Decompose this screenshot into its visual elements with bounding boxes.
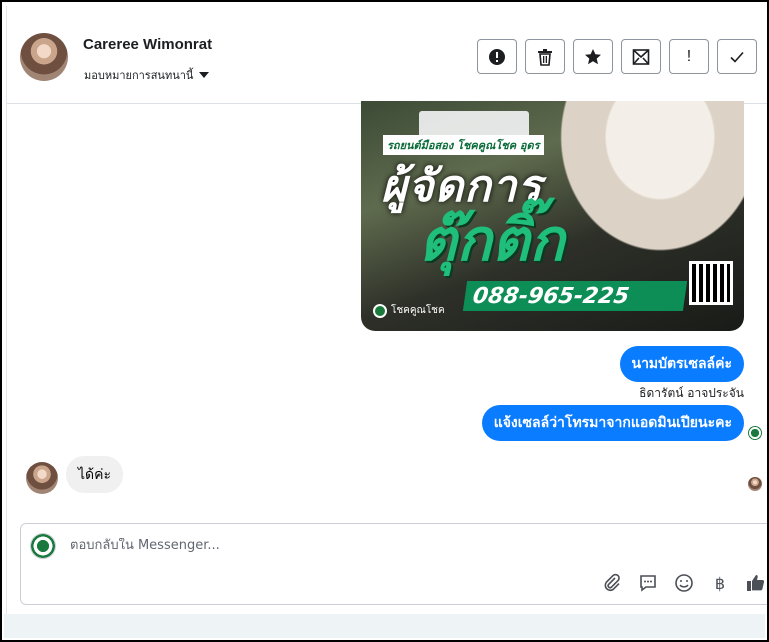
seen-by-page-icon (748, 426, 762, 440)
message-composer: ฿ (20, 523, 767, 605)
qr-code-icon (689, 261, 733, 305)
message-list[interactable]: รถยนต์มือสอง โชคคูณโชค อุดร ผู้จัดการ ตุ… (7, 101, 767, 505)
messenger-window: Careree Wimonrat มอบหมายการสนทนานี้ ! รถ… (0, 0, 769, 642)
contact-message-avatar (26, 462, 58, 494)
thumbs-up-icon (747, 575, 765, 591)
message-bubble-out[interactable]: นามบัตรเซลล์ค่ะ (619, 346, 744, 382)
image-person-graphic (534, 101, 744, 281)
assign-conversation-label: มอบหมายการสนทนานี้ (84, 69, 194, 82)
conversation-header: Careree Wimonrat มอบหมายการสนทนานี้ ! (7, 6, 767, 104)
contact-name[interactable]: Careree Wimonrat (83, 36, 212, 53)
image-logo: โชคคูณโชค (367, 301, 451, 320)
image-logo-text: โชคคูณโชค (391, 305, 445, 316)
page-avatar-icon (30, 533, 56, 559)
brand-logo-icon (373, 303, 387, 318)
window-bottom-strip (4, 614, 765, 638)
checkmark-icon (730, 51, 744, 63)
reply-input[interactable] (70, 538, 670, 553)
image-headline-2: ตุ๊กติ๊ก (419, 206, 565, 274)
seen-by-contact-avatar (748, 477, 762, 491)
delete-button[interactable] (525, 39, 565, 74)
mark-important-button[interactable]: ! (669, 39, 709, 74)
composer-tools: ฿ (601, 572, 767, 594)
mark-spam-button[interactable] (477, 39, 517, 74)
attach-file-button[interactable] (601, 572, 623, 594)
caret-down-icon (199, 72, 210, 78)
sender-label: ธิดารัตน์ อาจประจัน (639, 386, 744, 400)
payment-button[interactable]: ฿ (709, 572, 731, 594)
image-phone-number: 088-965-225 (462, 281, 688, 311)
business-card-image[interactable]: รถยนต์มือสอง โชคคูณโชค อุดร ผู้จัดการ ตุ… (361, 101, 744, 331)
saved-replies-button[interactable] (637, 572, 659, 594)
alert-circle-icon (489, 48, 505, 65)
chat-bubble-icon (640, 575, 656, 592)
message-bubble-in[interactable]: ได้ค่ะ (66, 456, 124, 493)
paperclip-icon (604, 573, 620, 592)
message-bubble-out[interactable]: แจ้งเซลล์ว่าโทรมาจากแอดมินเปียนะคะ (481, 405, 744, 441)
conversation-panel: Careree Wimonrat มอบหมายการสนทนานี้ ! รถ… (6, 6, 767, 618)
conversation-toolbar: ! (477, 39, 757, 74)
emoji-button[interactable] (673, 572, 695, 594)
move-to-inbox-button[interactable] (621, 39, 661, 74)
mark-done-button[interactable] (717, 39, 757, 74)
assign-conversation-dropdown[interactable]: มอบหมายการสนทนานี้ (84, 66, 210, 84)
star-button[interactable] (573, 39, 613, 74)
envelope-icon (632, 48, 650, 65)
smiley-icon (675, 574, 693, 592)
like-button[interactable] (745, 572, 767, 594)
contact-avatar[interactable] (20, 33, 68, 81)
trash-icon (538, 48, 552, 66)
star-icon (585, 48, 601, 64)
